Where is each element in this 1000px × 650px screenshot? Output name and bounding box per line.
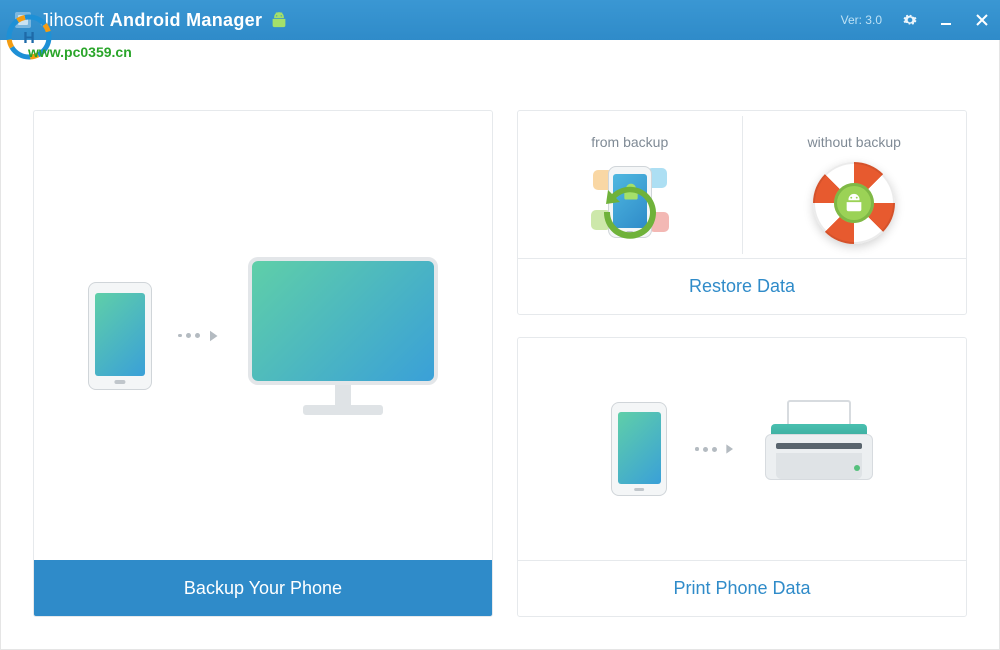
close-button[interactable] (964, 0, 1000, 40)
restore-without-backup-option[interactable]: without backup (742, 116, 967, 254)
app-title: Jihosoft Android Manager (40, 10, 262, 31)
restore-without-backup-label: without backup (808, 134, 901, 150)
restore-from-backup-label: from backup (591, 134, 668, 150)
print-card[interactable]: Print Phone Data (517, 337, 967, 617)
gear-icon (903, 13, 917, 27)
print-graphic (611, 402, 873, 496)
app-product: Android Manager (110, 10, 263, 30)
arrow-dots-icon (178, 327, 222, 345)
backup-graphic (88, 257, 438, 415)
close-icon (976, 14, 988, 26)
main-content: Backup Your Phone from backup (0, 40, 1000, 650)
arrow-dots-icon (695, 441, 737, 457)
version-label: Ver: 3.0 (831, 0, 892, 40)
android-icon (843, 191, 865, 215)
phone-icon (611, 402, 667, 496)
printer-icon (765, 418, 873, 480)
backup-card[interactable]: Backup Your Phone (33, 110, 493, 617)
titlebar: Jihosoft Android Manager Ver: 3.0 (0, 0, 1000, 40)
restore-card[interactable]: from backup (517, 110, 967, 315)
lifering-icon (813, 162, 895, 244)
print-card-title: Print Phone Data (518, 560, 966, 616)
android-icon (270, 10, 288, 30)
phone-icon (88, 282, 152, 390)
restore-card-title: Restore Data (518, 258, 966, 314)
restore-from-backup-option[interactable]: from backup (518, 116, 742, 254)
minimize-icon (940, 14, 952, 26)
settings-button[interactable] (892, 0, 928, 40)
restore-from-backup-icon (589, 162, 671, 244)
backup-card-title: Backup Your Phone (34, 560, 492, 616)
restore-arrow-icon (602, 184, 658, 240)
minimize-button[interactable] (928, 0, 964, 40)
monitor-icon (248, 257, 438, 415)
watermark-url: www.pc0359.cn (28, 44, 132, 60)
